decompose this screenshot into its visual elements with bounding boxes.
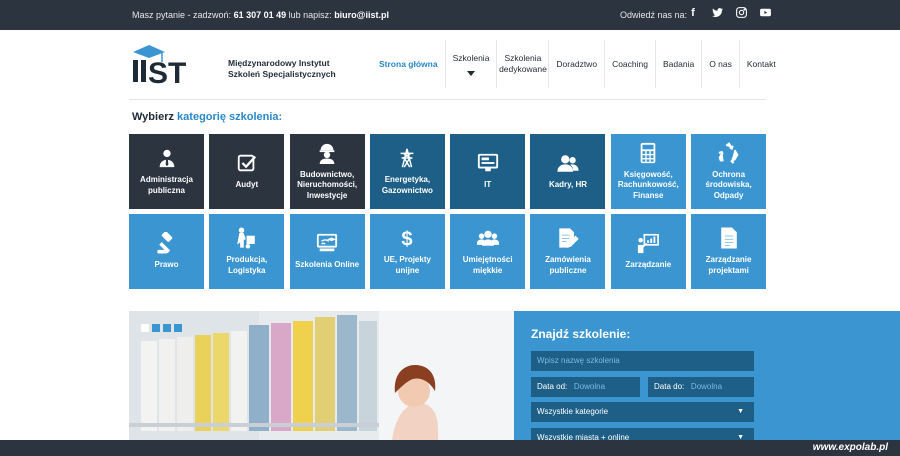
category-tile[interactable]: Administracja publiczna <box>129 134 204 209</box>
category-tile[interactable]: Audyt <box>209 134 285 209</box>
nav-o-nas[interactable]: O nas <box>701 40 739 88</box>
nav-coaching[interactable]: Coaching <box>604 40 655 88</box>
nav-szkolenia-dedykowane[interactable]: Szkolenia dedykowane <box>496 40 548 88</box>
logo-text: Międzynarodowy Instytut Szkoleń Specjali… <box>228 58 336 80</box>
power-tower-icon <box>400 148 414 168</box>
slider-dot[interactable] <box>152 324 160 332</box>
category-tile[interactable]: Ochrona środowiska, Odpady <box>691 134 767 209</box>
categories-title: Wybierz kategorię szkolenia: <box>132 111 283 123</box>
category-tile[interactable]: Budownictwo, Nieruchomości, Inwestycje <box>289 134 365 209</box>
hero-image <box>129 311 514 456</box>
date-to-field[interactable]: Data do: Dowolna <box>648 377 754 397</box>
category-tile[interactable]: Zamówienia publiczne <box>530 214 606 289</box>
email-link[interactable]: biuro@iist.pl <box>334 10 389 20</box>
category-tile[interactable]: IT <box>450 134 526 209</box>
gavel-icon <box>156 232 172 254</box>
checkbox-icon <box>237 155 256 172</box>
question-text: Masz pytanie - zadzwoń: <box>132 10 232 20</box>
category-tile[interactable]: Zarządzanie projektami <box>691 214 767 289</box>
category-tile[interactable]: Zarządzanie <box>610 214 686 289</box>
monitor-icon <box>477 154 498 172</box>
chevron-down-icon <box>466 70 475 76</box>
dollar-icon: $ <box>402 228 413 249</box>
category-select[interactable]: Wszystkie kategorie ▼ <box>531 402 754 422</box>
file-list-icon <box>720 227 737 249</box>
category-grid: Administracja publiczna Audyt Budownictw… <box>129 134 767 289</box>
category-tile[interactable]: Umiejętności miękkie <box>450 214 526 289</box>
social-icons: f <box>686 6 772 20</box>
category-tile[interactable]: Energetyka, Gazownictwo <box>369 134 445 209</box>
category-tile[interactable]: Kadry, HR <box>530 134 606 209</box>
category-tile[interactable]: Prawo <box>129 214 204 289</box>
nav-doradztwo[interactable]: Doradztwo <box>548 40 604 88</box>
watermark-bar: www.expolab.pl <box>0 440 900 456</box>
dropdown-arrow-icon: ▼ <box>737 408 744 415</box>
training-name-input[interactable]: Wpisz nazwę szkolenia <box>531 351 754 371</box>
logo-line-2: Szkoleń Specjalistycznych <box>228 69 336 79</box>
hand-truck-icon <box>236 227 255 249</box>
logo-line-1: Międzynarodowy Instytut <box>228 58 330 68</box>
top-bar: Masz pytanie - zadzwoń: 61 307 01 49 lub… <box>0 0 900 30</box>
category-tile[interactable]: Szkolenia Online <box>289 214 365 289</box>
social-label: Odwiedź nas na: <box>620 10 688 20</box>
search-panel: Znajdź szkolenie: Wpisz nazwę szkolenia … <box>514 311 900 456</box>
nav-szkolenia[interactable]: Szkolenia <box>444 40 497 88</box>
main-nav: Strona główna Szkolenia Szkolenia dedyko… <box>372 40 783 88</box>
page: Masz pytanie - zadzwoń: 61 307 01 49 lub… <box>0 0 900 456</box>
contact-info: Masz pytanie - zadzwoń: 61 307 01 49 lub… <box>132 10 389 20</box>
category-tile[interactable]: Księgowość, Rachunkowość, Finanse <box>610 134 686 209</box>
phone-link[interactable]: 61 307 01 49 <box>234 10 287 20</box>
slider-dot[interactable] <box>141 324 149 332</box>
user-tie-icon <box>159 149 174 168</box>
calculator-icon <box>640 142 656 163</box>
presentation-icon <box>638 234 660 254</box>
hero-slider[interactable] <box>129 311 514 456</box>
facebook-icon[interactable]: f <box>686 6 700 20</box>
worker-icon <box>319 143 335 164</box>
users-icon <box>557 155 579 172</box>
or-write-text: lub napisz: <box>288 10 332 20</box>
divider <box>129 99 766 100</box>
instagram-icon[interactable] <box>734 6 748 20</box>
slider-dots <box>141 324 182 332</box>
svg-text:$: $ <box>402 228 413 249</box>
date-from-field[interactable]: Data od: Dowolna <box>531 377 640 397</box>
watermark-text: www.expolab.pl <box>812 442 888 453</box>
category-tile[interactable]: Produkcja, Logistyka <box>209 214 285 289</box>
slider-dot[interactable] <box>163 324 171 332</box>
slider-dot[interactable] <box>174 324 182 332</box>
logo-mark: ST <box>148 57 186 87</box>
document-pen-icon <box>559 228 579 248</box>
twitter-icon[interactable] <box>710 6 724 20</box>
recycle-icon <box>718 142 739 164</box>
youtube-icon[interactable] <box>758 6 772 20</box>
header: ST Międzynarodowy Instytut Szkoleń Specj… <box>0 30 900 100</box>
search-title: Znajdź szkolenie: <box>531 327 631 341</box>
group-icon <box>476 230 499 246</box>
nav-home[interactable]: Strona główna <box>372 40 445 88</box>
nav-kontakt[interactable]: Kontakt <box>738 40 783 88</box>
nav-badania[interactable]: Badania <box>654 40 701 88</box>
logo[interactable]: ST <box>129 42 224 90</box>
category-tile[interactable]: $ UE, Projekty unijne <box>369 214 445 289</box>
online-learning-icon <box>317 234 338 252</box>
